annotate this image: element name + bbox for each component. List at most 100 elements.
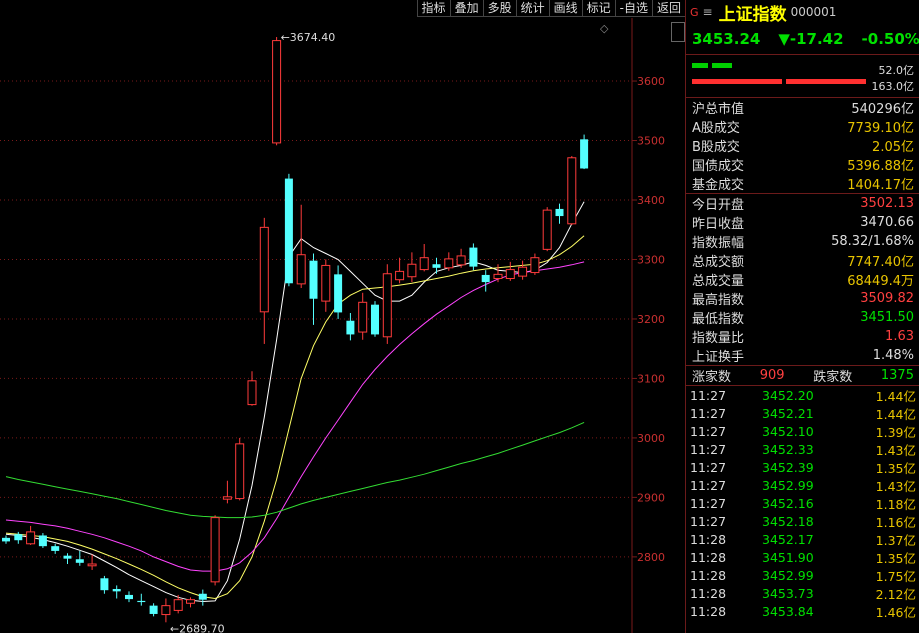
candle-body <box>38 535 47 547</box>
market-item-value: 540296亿 <box>851 102 914 117</box>
y-tick-label: 3400 <box>637 194 665 207</box>
candle-body <box>259 226 269 313</box>
market-item-row: 沪总市值 540296亿 <box>686 98 919 117</box>
tick-row: 11:27 3452.21 1.44亿 <box>686 404 919 422</box>
market-item-label: 国债成交 <box>692 159 745 174</box>
market-item-value: 1404.17亿 <box>847 178 914 193</box>
tick-row: 11:27 3452.33 1.43亿 <box>686 440 919 458</box>
stat-item-value: 58.32/1.68% <box>831 234 914 249</box>
tick-price: 3452.99 <box>762 567 814 583</box>
toolbar-stats-button[interactable]: 统计 <box>515 0 549 17</box>
tick-price: 3452.18 <box>762 513 814 529</box>
quote-line: 3453.24 ▼-17.42 -0.50% <box>686 24 919 54</box>
stat-item-label: 总成交额 <box>692 255 745 270</box>
stat-item-label: 昨日收盘 <box>692 217 745 232</box>
toolbar-mark-button[interactable]: 标记 <box>581 0 615 17</box>
ma-line <box>5 421 585 519</box>
kline-svg[interactable]: 2800 2900 3000 3100 3200 3300 3400 3500 3600 ←367… <box>0 0 685 633</box>
tick-time: 11:27 <box>690 477 727 493</box>
tick-time: 11:28 <box>690 585 727 601</box>
ma-line <box>5 235 585 600</box>
toolbar-multistock-button[interactable]: 多股 <box>482 0 516 17</box>
tick-vol: 1.16亿 <box>875 514 916 530</box>
candle-body <box>395 270 405 281</box>
toolbar-watchlist-button[interactable]: -自选 <box>614 0 652 17</box>
stat-item-row: 指数振幅 58.32/1.68% <box>686 232 919 251</box>
candle-body <box>321 264 331 302</box>
candle-body <box>26 531 36 545</box>
candle-body <box>456 255 466 266</box>
tick-row: 11:28 3453.84 1.46亿 <box>686 602 919 620</box>
tick-time: 11:28 <box>690 603 727 619</box>
tick-time: 11:27 <box>690 441 727 457</box>
toolbar-draw-button[interactable]: 画线 <box>548 0 582 17</box>
stat-item-row: 今日开盘 3502.13 <box>686 194 919 213</box>
candle-body <box>493 273 503 280</box>
candle-body <box>346 320 355 335</box>
stat-item-row: 上证换手 1.48% <box>686 346 919 365</box>
toolbar-overlay-button[interactable]: 叠加 <box>449 0 483 17</box>
toolbar-indicator-button[interactable]: 指标 <box>416 0 450 17</box>
tick-time: 11:27 <box>690 405 727 421</box>
g-icon[interactable]: G <box>690 6 699 19</box>
down-count-label: 跌家数 <box>813 370 853 385</box>
breadth-row: 涨家数 909 跌家数 1375 <box>686 366 919 385</box>
tick-row: 11:28 3453.73 2.12亿 <box>686 584 919 602</box>
tick-row: 11:27 3452.99 1.43亿 <box>686 476 919 494</box>
candle-body <box>444 258 454 269</box>
high-annotation: ←3674.40 <box>281 31 336 44</box>
candle-body <box>137 600 146 603</box>
candle-body <box>567 157 577 225</box>
price-change-pct: -0.50% <box>861 30 919 48</box>
menu-icon[interactable]: ≡ <box>703 5 713 19</box>
stat-item-value: 3509.82 <box>860 291 914 306</box>
candle-body <box>222 496 232 500</box>
tick-vol: 1.18亿 <box>875 496 916 512</box>
tick-list[interactable]: 11:27 3452.20 1.44亿 11:27 3452.21 1.44亿 11:27 3… <box>686 386 919 620</box>
index-code: 000001 <box>790 5 837 19</box>
market-item-row: B股成交 2.05亿 <box>686 136 919 155</box>
stat-item-row: 昨日收盘 3470.66 <box>686 213 919 232</box>
kline-chart[interactable]: 2800 2900 3000 3100 3200 3300 3400 3500 3600 ←367… <box>0 0 685 633</box>
candle-body <box>580 139 589 169</box>
candle-body <box>75 559 84 563</box>
candle-body <box>530 257 540 274</box>
chart-toolbar: 指标 叠加 多股 统计 画线 标记 -自选 返回 <box>416 0 685 17</box>
up-count-label: 涨家数 <box>692 370 732 385</box>
tick-price: 3452.10 <box>762 423 814 439</box>
tick-price: 3452.20 <box>762 387 814 403</box>
sell-volume-value: 163.0亿 <box>871 80 915 93</box>
quote-panel: G ≡ 上证指数 000001 3453.24 ▼-17.42 -0.50% 5… <box>685 0 919 633</box>
tick-time: 11:27 <box>690 495 727 511</box>
last-price: 3453.24 <box>692 30 761 48</box>
tick-price: 3451.90 <box>762 549 814 565</box>
candle-body <box>125 594 133 600</box>
stat-item-row: 总成交量 68449.4万 <box>686 270 919 289</box>
buy-volume-value: 52.0亿 <box>878 64 915 77</box>
candle-body <box>100 578 109 591</box>
market-item-row: 国债成交 5396.88亿 <box>686 155 919 174</box>
tick-row: 11:27 3452.39 1.35亿 <box>686 458 919 476</box>
candle-body <box>542 209 552 250</box>
tick-row: 11:28 3452.17 1.37亿 <box>686 530 919 548</box>
stat-item-row: 指数量比 1.63 <box>686 327 919 346</box>
stat-item-label: 最低指数 <box>692 312 745 327</box>
toolbar-back-button[interactable]: 返回 <box>651 0 685 17</box>
tick-time: 11:27 <box>690 423 727 439</box>
candle-body <box>149 605 158 614</box>
ma-line <box>5 261 585 572</box>
y-tick-label: 2900 <box>637 491 665 504</box>
tick-time: 11:27 <box>690 387 727 403</box>
chart-scrollbar[interactable] <box>671 22 685 42</box>
tick-price: 3452.16 <box>762 495 814 511</box>
tick-row: 11:27 3452.20 1.44亿 <box>686 386 919 404</box>
candle-body <box>382 273 392 338</box>
candle-body <box>419 257 429 271</box>
stat-item-row: 最低指数 3451.50 <box>686 308 919 327</box>
candle-body <box>235 443 245 500</box>
tick-row: 11:28 3451.90 1.35亿 <box>686 548 919 566</box>
market-item-label: 沪总市值 <box>692 102 745 117</box>
candle-body <box>112 588 121 592</box>
tick-time: 11:28 <box>690 549 727 565</box>
tick-row: 11:27 3452.10 1.39亿 <box>686 422 919 440</box>
